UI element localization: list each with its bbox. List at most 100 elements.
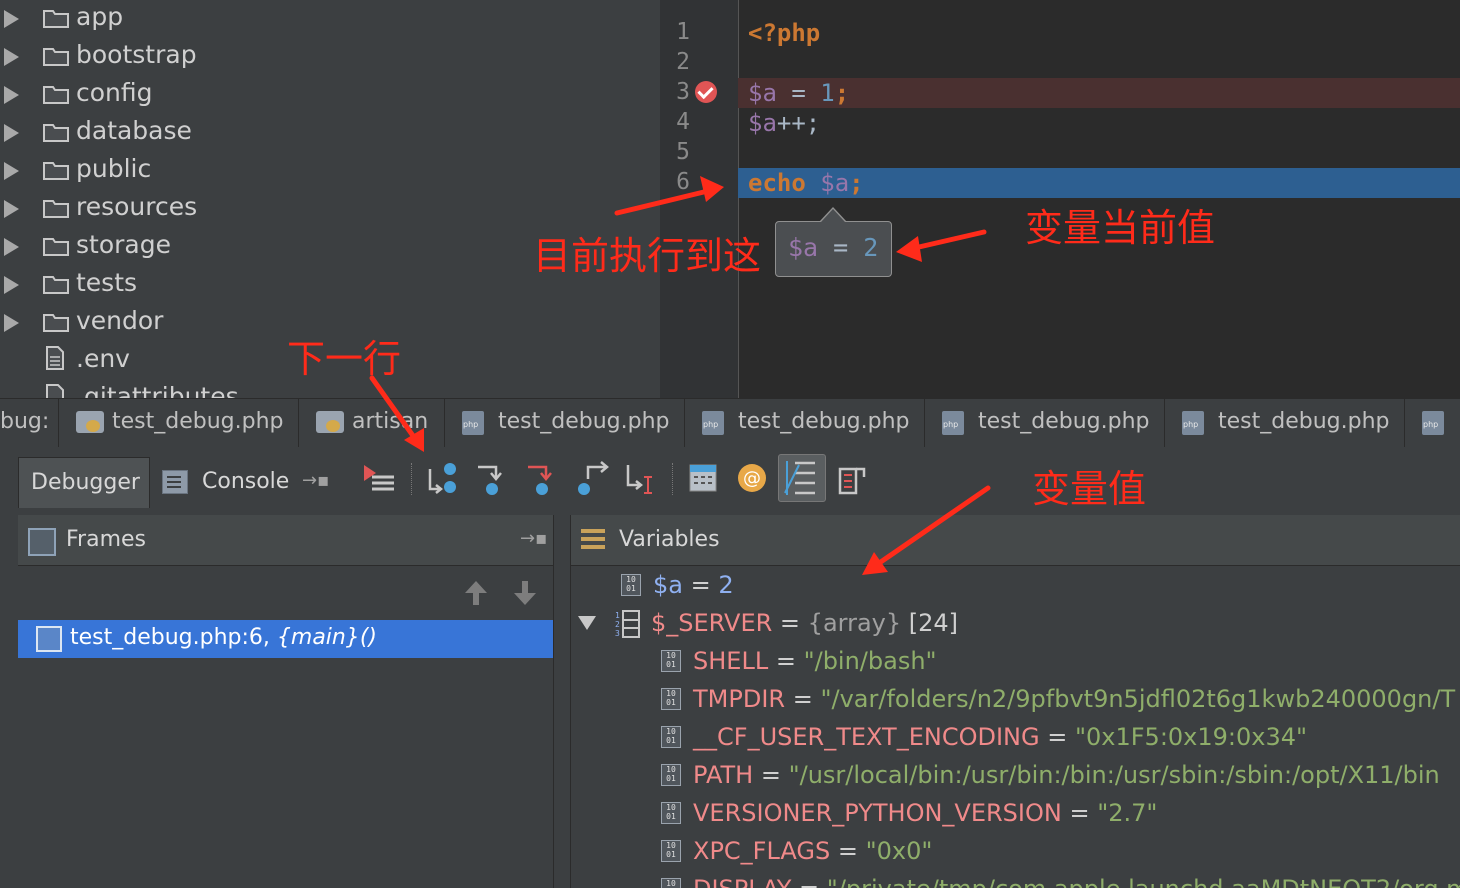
tree-item-database[interactable]: database [0, 114, 660, 152]
toolbar-separator [411, 463, 412, 495]
array-icon: 1 2 3 [615, 610, 640, 638]
collapse-arrow-icon[interactable] [577, 615, 597, 631]
frames-title: Frames [66, 527, 147, 552]
show-execution-point-icon[interactable] [358, 457, 402, 501]
variable-row-path[interactable]: 10 01 PATH = "/usr/local/bin:/usr/bin:/bi… [661, 757, 1460, 795]
code-line-6-current[interactable]: echo $a; [738, 168, 1460, 198]
php-file-icon [462, 411, 484, 435]
expand-arrow-icon[interactable] [4, 48, 19, 66]
tab-console[interactable]: Console →▪ [150, 457, 335, 507]
tab-test-debug-4[interactable]: test_debug.php [926, 399, 1165, 447]
variable-value: "2.7" [1097, 799, 1158, 827]
php-open-tag: <?php [748, 19, 821, 47]
folder-icon [43, 162, 69, 180]
code-operator: = [776, 79, 821, 107]
editor-tab-bar: bug: test_debug.php artisan test_debug.p… [0, 398, 1460, 448]
tab-debugger-label: Debugger [31, 470, 140, 495]
variable-name: PATH [693, 761, 754, 789]
tab-test-debug-2[interactable]: test_debug.php [446, 399, 685, 447]
code-line-4[interactable]: $a++; [738, 108, 1460, 138]
variable-equals: = [772, 609, 808, 637]
php-file-icon [1422, 411, 1444, 435]
variable-value: 2 [718, 571, 734, 599]
svg-text:2: 2 [615, 620, 620, 629]
tree-item-bootstrap[interactable]: bootstrap [0, 38, 660, 76]
line-number: 2 [676, 49, 690, 75]
variable-type-icon: 1001 [661, 688, 681, 710]
expand-arrow-icon[interactable] [4, 162, 19, 180]
add-watch-icon[interactable]: @ [731, 457, 775, 501]
pin-icon[interactable]: →▪ [520, 528, 547, 549]
code-variable: $a [748, 79, 777, 107]
annotation-current-value: 变量当前值 [1025, 206, 1216, 250]
variable-row-xpc-flags[interactable]: 10 01 XPC_FLAGS = "0x0" [661, 833, 1460, 871]
frame-function: {main}() [276, 625, 378, 650]
pin-icon[interactable]: →▪ [302, 470, 329, 491]
tab-partial[interactable]: bug: [0, 399, 59, 447]
line-number: 1 [676, 19, 690, 45]
value-tooltip: $a = 2 [775, 207, 892, 277]
code-semicolon: ; [834, 79, 850, 107]
variable-row-cf-encoding[interactable]: 10 01 __CF_USER_TEXT_ENCODING = "0x1F5:0x… [661, 719, 1460, 757]
tree-item-config[interactable]: config [0, 76, 660, 114]
variables-list-icon [784, 461, 815, 495]
variables-panel: Variables 10 01 $a = 2 1 2 3 $_SERVER = {… [570, 515, 1460, 888]
breakpoint-icon[interactable] [695, 81, 717, 103]
tree-item-public[interactable]: public [0, 152, 660, 190]
folder-icon [43, 200, 69, 218]
variable-type-icon: 1001 [621, 574, 641, 596]
force-step-into-icon[interactable] [520, 457, 564, 501]
toggle-variables-button[interactable] [778, 454, 826, 502]
step-over-icon[interactable] [420, 457, 464, 501]
restore-layout-icon[interactable] [830, 457, 874, 501]
variable-row-a[interactable]: 10 01 $a = 2 [621, 567, 1460, 605]
expand-arrow-icon[interactable] [4, 10, 19, 28]
line-number: 4 [676, 109, 690, 135]
expand-arrow-icon[interactable] [4, 124, 19, 142]
tree-item-app[interactable]: app [0, 0, 660, 38]
code-line-1[interactable]: <?php [738, 18, 1460, 48]
expand-arrow-icon[interactable] [4, 276, 19, 294]
annotation-next-line: 下一行 [287, 337, 402, 381]
expand-arrow-icon[interactable] [4, 200, 19, 218]
evaluate-expression-icon[interactable] [682, 457, 726, 501]
editor-gutter[interactable]: 1 2 3 4 5 6 [660, 0, 739, 398]
tab-label: bug: [0, 409, 50, 434]
artisan-file-icon [316, 411, 344, 433]
tab-overflow[interactable] [1406, 399, 1460, 447]
tab-label: test_debug.php [738, 409, 910, 434]
tab-test-debug-5[interactable]: test_debug.php [1166, 399, 1405, 447]
tab-test-debug-3[interactable]: test_debug.php [686, 399, 925, 447]
tab-debugger[interactable]: Debugger [18, 457, 150, 508]
variable-type-icon: 1001 [661, 840, 681, 862]
run-to-cursor-icon[interactable] [620, 457, 664, 501]
tree-item-label: resources [76, 192, 198, 221]
frames-header: Frames →▪ [18, 515, 553, 566]
expand-arrow-icon[interactable] [4, 238, 19, 256]
variables-icon [581, 529, 605, 549]
code-line-3-breakpoint[interactable]: $a = 1; [738, 78, 1460, 108]
variable-row-server[interactable]: 1 2 3 $_SERVER = {array} [24] [577, 605, 1460, 643]
frame-up-arrow-icon[interactable] [465, 581, 489, 607]
step-into-icon[interactable] [470, 457, 514, 501]
variable-row-shell[interactable]: 10 01 SHELL = "/bin/bash" [661, 643, 1460, 681]
variable-row-python-version[interactable]: 10 01 VERSIONER_PYTHON_VERSION = "2.7" [661, 795, 1460, 833]
expand-arrow-icon[interactable] [4, 86, 19, 104]
tab-artisan[interactable]: artisan [300, 399, 445, 447]
line-number: 6 [676, 169, 690, 195]
variable-row-tmpdir[interactable]: 10 01 TMPDIR = "/var/folders/n2/9pfbvt9n5… [661, 681, 1460, 719]
tab-test-debug-1[interactable]: test_debug.php [60, 399, 299, 447]
variable-name: __CF_USER_TEXT_ENCODING [693, 723, 1040, 751]
tree-item-label: app [76, 2, 124, 31]
tab-label: test_debug.php [112, 409, 284, 434]
variable-equals: = [1061, 799, 1098, 827]
code-keyword: echo [748, 169, 806, 197]
tree-item-resources[interactable]: resources [0, 190, 660, 228]
svg-text:@: @ [743, 468, 761, 489]
frame-down-arrow-icon[interactable] [514, 581, 538, 607]
frame-row-selected[interactable]: test_debug.php:6, {main}() [18, 620, 553, 658]
variable-row-display[interactable]: 1001 DISPLAY = "/private/tmp/com.apple.l… [661, 871, 1460, 888]
variable-name: TMPDIR [693, 685, 786, 713]
step-out-icon[interactable] [570, 457, 614, 501]
expand-arrow-icon[interactable] [4, 314, 19, 332]
